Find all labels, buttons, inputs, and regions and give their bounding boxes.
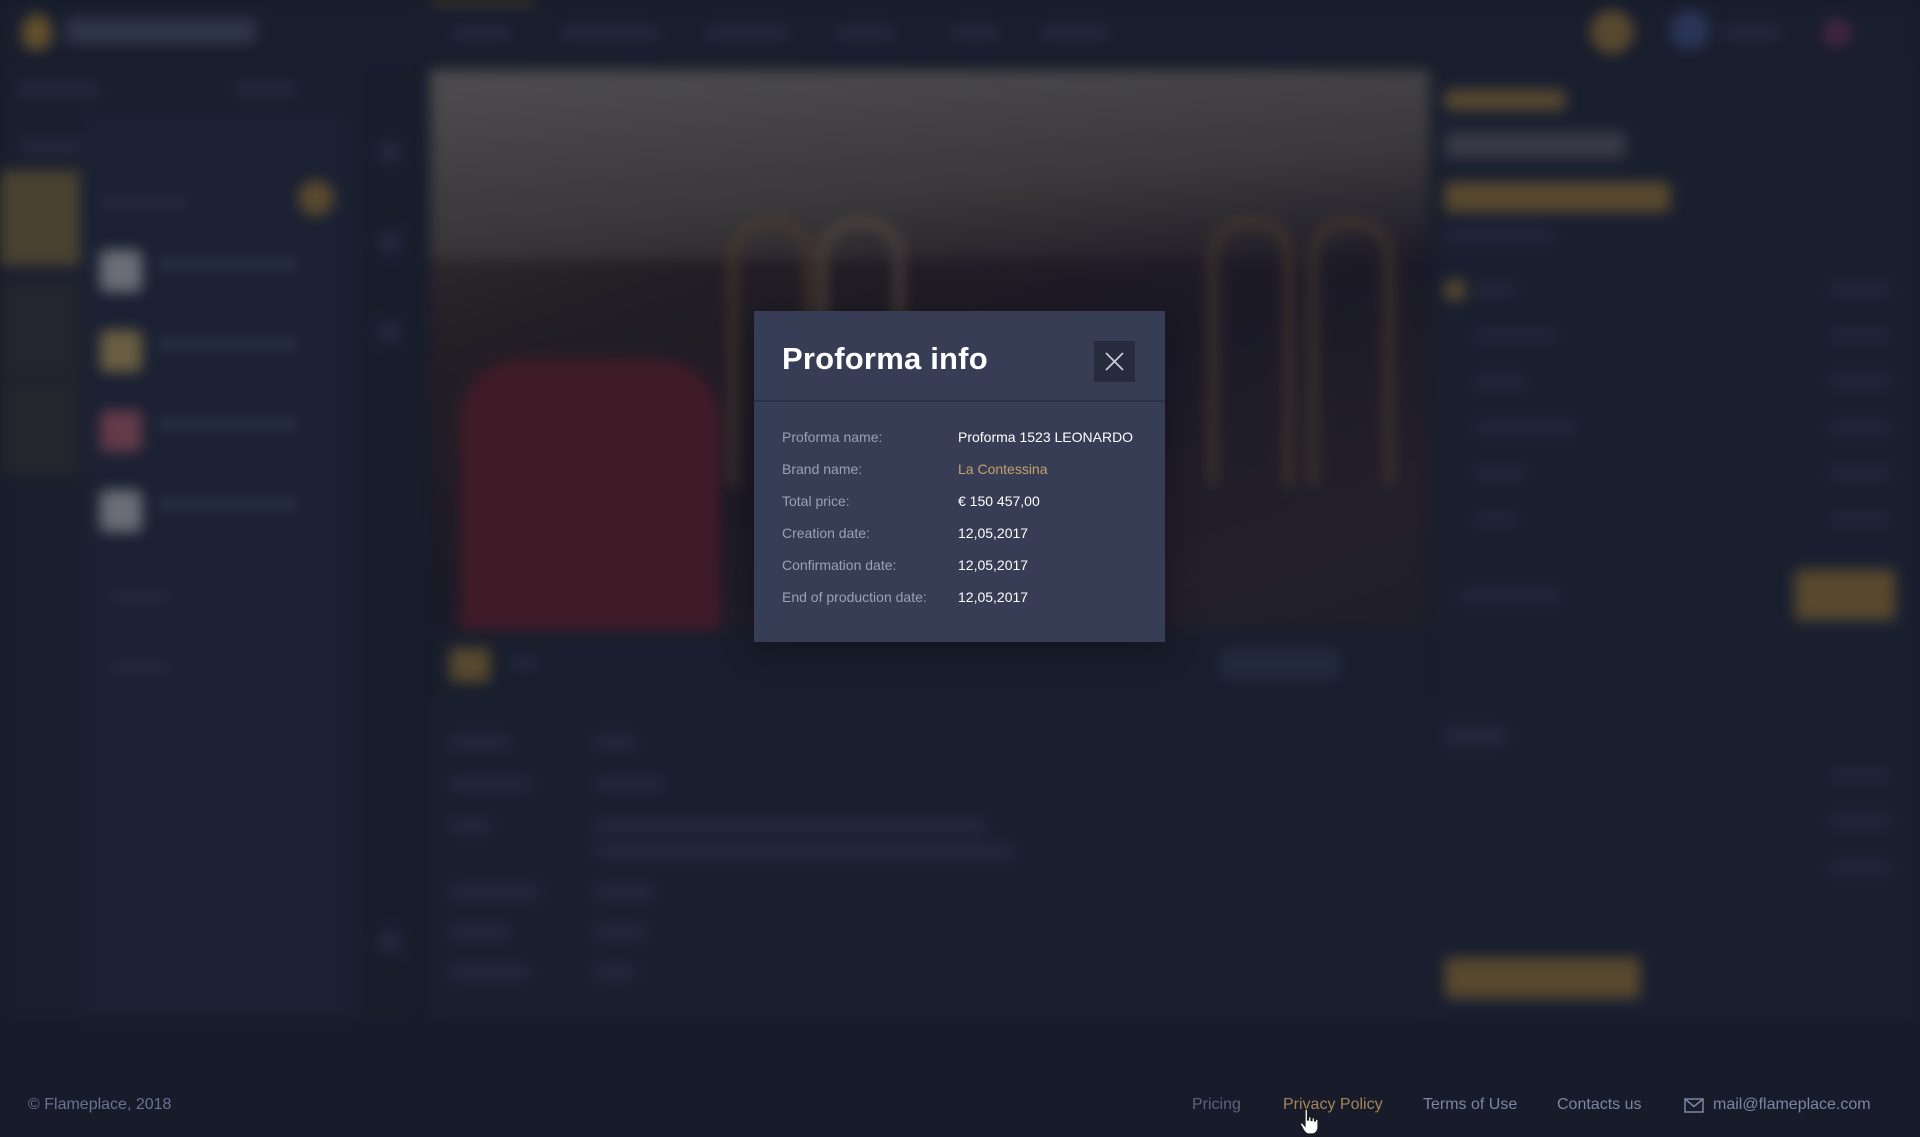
total-price-label: Total price: xyxy=(782,493,850,509)
proforma-name-label: Proforma name: xyxy=(782,429,883,445)
privacy-policy-link[interactable]: Privacy Policy xyxy=(1283,1096,1383,1114)
pricing-link[interactable]: Pricing xyxy=(1192,1096,1241,1114)
end-of-production-date-value: 12,05,2017 xyxy=(958,589,1029,605)
confirmation-date-label: Confirmation date: xyxy=(782,557,897,573)
confirmation-date-value: 12,05,2017 xyxy=(958,557,1029,573)
total-price-value: € 150 457,00 xyxy=(958,493,1040,509)
close-icon xyxy=(1105,352,1124,371)
proforma-name-value: Proforma 1523 LEONARDO xyxy=(958,429,1134,445)
contacts-us-link[interactable]: Contacts us xyxy=(1557,1096,1641,1114)
info-row-end-of-production-date: End of production date: 12,05,2017 xyxy=(782,589,1142,621)
modal-header: Proforma info xyxy=(754,311,1165,402)
mail-icon xyxy=(1684,1097,1704,1113)
info-row-total-price: Total price: € 150 457,00 xyxy=(782,493,1142,525)
terms-of-use-link[interactable]: Terms of Use xyxy=(1423,1096,1517,1114)
modal-body: Proforma name: Proforma 1523 LEONARDO Br… xyxy=(782,429,1142,621)
brand-name-link[interactable]: La Contessina xyxy=(958,461,1048,477)
info-row-proforma-name: Proforma name: Proforma 1523 LEONARDO xyxy=(782,429,1142,461)
proforma-info-modal: Proforma info Proforma name: Proforma 15… xyxy=(754,311,1165,642)
creation-date-label: Creation date: xyxy=(782,525,870,541)
info-row-confirmation-date: Confirmation date: 12,05,2017 xyxy=(782,557,1142,589)
email-text: mail@flameplace.com xyxy=(1713,1096,1871,1113)
end-of-production-date-label: End of production date: xyxy=(782,589,927,605)
creation-date-value: 12,05,2017 xyxy=(958,525,1029,541)
email-link[interactable]: mail@flameplace.com xyxy=(1684,1096,1871,1114)
info-row-brand-name: Brand name: La Contessina xyxy=(782,461,1142,493)
copyright-text: © Flameplace, 2018 xyxy=(28,1096,172,1113)
info-row-creation-date: Creation date: 12,05,2017 xyxy=(782,525,1142,557)
modal-title: Proforma info xyxy=(782,341,988,376)
hand-cursor-icon xyxy=(1299,1108,1319,1135)
brand-name-label: Brand name: xyxy=(782,461,863,477)
close-button[interactable] xyxy=(1094,341,1135,382)
